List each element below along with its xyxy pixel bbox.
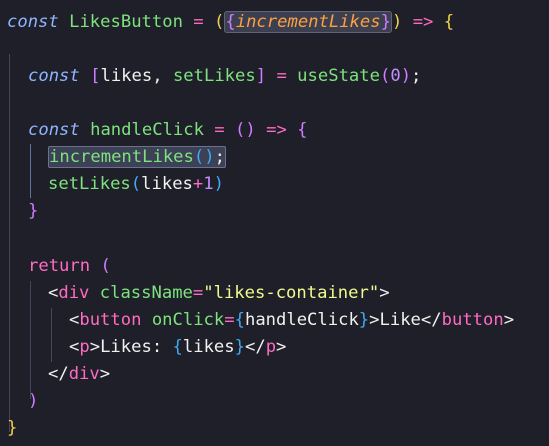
text-likes-label: Likes: xyxy=(100,337,173,357)
component-name: LikesButton xyxy=(69,12,183,32)
operator: = xyxy=(224,310,235,330)
tag-bracket: < xyxy=(69,337,80,357)
tag-bracket: > xyxy=(379,283,390,303)
operator: = xyxy=(193,12,204,32)
brace: } xyxy=(380,12,391,32)
brace: { xyxy=(234,310,245,330)
code-line-13: <p>Likes: {likes}</p> xyxy=(69,334,286,361)
var-set-likes: setLikes xyxy=(172,66,256,86)
tag-bracket: > xyxy=(99,364,111,384)
paren: ( xyxy=(193,147,205,167)
paren: ( xyxy=(235,120,246,140)
indent-guide-active xyxy=(30,144,31,198)
comma: , xyxy=(152,66,163,86)
param-increment-likes: incrementLikes xyxy=(235,12,381,32)
arrow-operator: => xyxy=(266,120,287,140)
paren: ) xyxy=(28,391,39,411)
tag-bracket: < xyxy=(69,310,80,330)
code-line-3: const [likes, setLikes] = useState(0); xyxy=(28,63,421,90)
paren: ) xyxy=(400,66,412,86)
semicolon: ; xyxy=(214,147,225,167)
tag-p: p xyxy=(79,337,90,357)
string-likes-container: "likes-container" xyxy=(203,283,380,303)
tag-bracket: </ xyxy=(420,310,442,330)
call-increment-likes: incrementLikes xyxy=(49,147,194,167)
tag-p: p xyxy=(265,337,277,357)
occurrence-highlight[interactable]: incrementLikes(); xyxy=(48,146,226,168)
operator: = xyxy=(214,120,225,140)
fn-handle-click: handleClick xyxy=(90,120,204,140)
indent-guide xyxy=(9,54,10,432)
code-line-15: ) xyxy=(28,388,38,415)
code-line-11: <div className="likes-container"> xyxy=(48,280,390,307)
code-line-10: return ( xyxy=(28,253,111,280)
arrow-operator: => xyxy=(412,12,434,32)
keyword-const: const xyxy=(7,12,59,32)
ref-handle-click: handleClick xyxy=(244,310,359,330)
brace: } xyxy=(358,310,370,330)
number-one: 1 xyxy=(203,174,214,194)
paren: ) xyxy=(245,120,256,140)
brace: { xyxy=(225,12,236,32)
keyword-const: const xyxy=(28,120,80,140)
tag-bracket: > xyxy=(276,337,287,357)
code-line-7: setLikes(likes+1) xyxy=(48,171,224,198)
attr-class-name: className xyxy=(99,283,193,303)
var-likes: likes xyxy=(182,337,235,357)
brace: { xyxy=(172,337,183,357)
paren: ) xyxy=(204,147,215,167)
brace: { xyxy=(297,120,308,140)
paren: ) xyxy=(213,174,224,194)
semicolon: ; xyxy=(411,66,422,86)
brace: } xyxy=(234,337,245,357)
fn-use-state: useState xyxy=(297,66,380,86)
code-editor[interactable]: const LikesButton = ({incrementLikes}) =… xyxy=(0,0,549,446)
tag-bracket: > xyxy=(89,337,101,357)
operator: = xyxy=(192,283,204,303)
var-likes: likes xyxy=(100,66,153,86)
brace: } xyxy=(28,201,39,221)
tag-div: div xyxy=(68,364,100,384)
brace: } xyxy=(7,418,18,438)
tag-button: button xyxy=(441,310,504,330)
bracket: ] xyxy=(255,66,267,86)
code-line-5: const handleClick = () => { xyxy=(28,117,308,144)
tag-div: div xyxy=(58,283,90,303)
keyword-return: return xyxy=(28,256,91,276)
code-line-12: <button onClick={handleClick}>Like</butt… xyxy=(69,307,514,334)
text-like: Like xyxy=(379,310,421,330)
operator-plus: + xyxy=(192,174,204,194)
tag-bracket: > xyxy=(503,310,515,330)
code-line-16: } xyxy=(7,415,17,442)
indent-guide xyxy=(51,308,52,362)
var-likes: likes xyxy=(141,174,193,194)
paren: ( xyxy=(130,174,142,194)
tag-bracket: </ xyxy=(244,337,266,357)
selected-param[interactable]: {incrementLikes} xyxy=(224,11,392,33)
brace: { xyxy=(443,12,455,32)
tag-button: button xyxy=(79,310,142,330)
tag-bracket: </ xyxy=(48,364,69,384)
operator: = xyxy=(276,66,287,86)
paren: ( xyxy=(100,256,111,276)
tag-bracket: > xyxy=(369,310,380,330)
keyword-const: const xyxy=(28,66,80,86)
paren: ( xyxy=(214,12,225,32)
tag-bracket: < xyxy=(48,283,59,303)
code-line-8: } xyxy=(28,198,38,225)
code-line-14: </div> xyxy=(48,361,110,388)
paren: ) xyxy=(391,12,403,32)
code-line-1: const LikesButton = ({incrementLikes}) =… xyxy=(7,9,454,36)
bracket: [ xyxy=(90,66,101,86)
indent-guide xyxy=(30,281,31,399)
paren: ( xyxy=(379,66,391,86)
code-line-6: incrementLikes(); xyxy=(48,144,226,171)
call-set-likes: setLikes xyxy=(48,174,131,194)
attr-on-click: onClick xyxy=(151,310,225,330)
number-zero: 0 xyxy=(390,66,401,86)
